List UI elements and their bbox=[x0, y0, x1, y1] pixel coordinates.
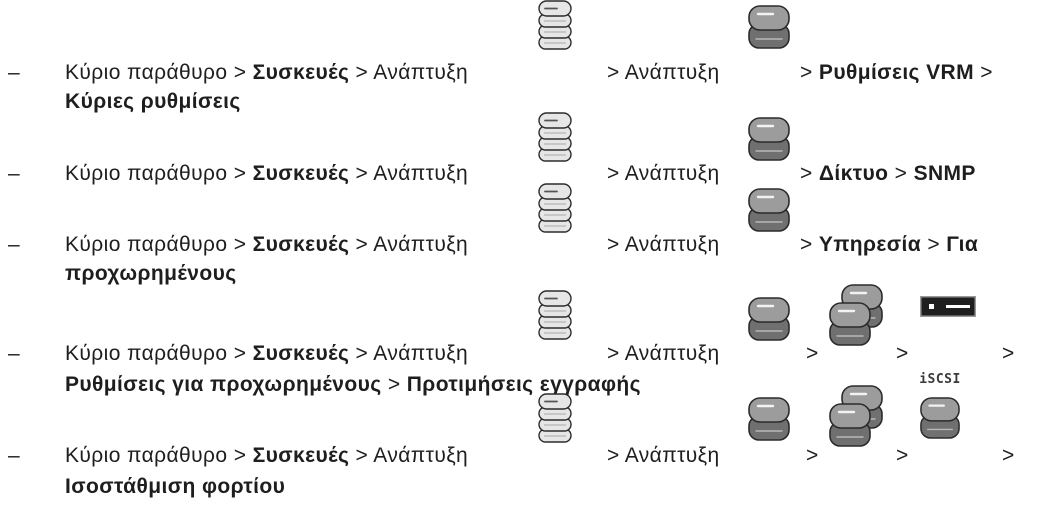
separator: > bbox=[233, 444, 247, 467]
separator: > bbox=[980, 61, 993, 84]
vrm-device-icon bbox=[748, 5, 790, 49]
path-line: – Κύριο παράθυρο > Συσκευές > Ανάπτυξη >… bbox=[0, 233, 1037, 257]
bullet: – bbox=[8, 444, 21, 467]
vrm-devices-icon bbox=[538, 183, 572, 233]
vrm-device-icon bbox=[748, 188, 790, 232]
network-label: Δίκτυο bbox=[818, 162, 889, 185]
storage-pool-icon bbox=[829, 385, 883, 447]
devices-label: Συσκευές bbox=[252, 342, 350, 365]
devices-label: Συσκευές bbox=[252, 162, 350, 185]
separator: > bbox=[800, 61, 813, 84]
separator: > bbox=[233, 342, 247, 365]
advanced-label-start: Για bbox=[946, 233, 979, 256]
path-line: – Κύριο παράθυρο > Συσκευές > Ανάπτυξη >… bbox=[0, 61, 1037, 85]
separator: > bbox=[233, 61, 247, 84]
path-line: – Κύριο παράθυρο > Συσκευές > Ανάπτυξη >… bbox=[0, 342, 1037, 366]
path-start: Κύριο παράθυρο > Συσκευές > Ανάπτυξη bbox=[65, 342, 468, 366]
expand-label: Ανάπτυξη bbox=[373, 233, 469, 256]
separator: > bbox=[607, 233, 620, 256]
separator: > bbox=[233, 162, 247, 185]
main-settings-label: Κύριες ρυθμίσεις bbox=[65, 90, 241, 113]
devices-label: Συσκευές bbox=[252, 61, 350, 84]
expand-label: Ανάπτυξη bbox=[373, 444, 469, 467]
iscsi-label: iSCSI bbox=[920, 372, 960, 387]
vrm-device-icon bbox=[748, 397, 790, 441]
service-label: Υπηρεσία bbox=[818, 233, 922, 256]
vrm-settings-label: Ρυθμίσεις VRM bbox=[818, 61, 974, 84]
main-window-label: Κύριο παράθυρο bbox=[65, 61, 228, 84]
expand-label: Ανάπτυξη bbox=[624, 444, 720, 467]
load-balancing-label: Ισοστάθμιση φορτίου bbox=[65, 475, 286, 498]
expand-label: Ανάπτυξη bbox=[624, 162, 720, 185]
separator: > bbox=[927, 233, 941, 256]
separator: > bbox=[355, 233, 369, 256]
storage-pool-icon bbox=[829, 284, 883, 346]
bullet: – bbox=[8, 342, 21, 365]
vrm-devices-icon bbox=[538, 0, 572, 50]
bullet: – bbox=[8, 162, 21, 185]
path-start: Κύριο παράθυρο > Συσκευές > Ανάπτυξη bbox=[65, 233, 468, 257]
path-continuation: Κύριες ρυθμίσεις bbox=[0, 90, 1037, 114]
separator: > bbox=[896, 444, 909, 467]
separator: > bbox=[806, 444, 819, 467]
separator: > bbox=[607, 61, 620, 84]
expand-label: Ανάπτυξη bbox=[624, 233, 720, 256]
separator: > bbox=[800, 162, 813, 185]
path-continuation: προχωρημένους bbox=[0, 262, 1037, 286]
main-window-label: Κύριο παράθυρο bbox=[65, 342, 228, 365]
advanced-label-end: προχωρημένους bbox=[65, 262, 237, 285]
separator: > bbox=[1002, 444, 1015, 467]
iscsi-device-icon: iSCSI bbox=[920, 372, 960, 441]
path-expand: > Ανάπτυξη bbox=[607, 444, 720, 468]
path-line: – Κύριο παράθυρο > Συσκευές > Ανάπτυξη >… bbox=[0, 162, 1037, 186]
separator: > bbox=[387, 373, 401, 396]
path-expand: > Ανάπτυξη bbox=[607, 233, 720, 257]
path-tail: > Υπηρεσία > Για bbox=[800, 233, 978, 257]
vrm-devices-icon bbox=[538, 112, 572, 162]
path-expand: > Ανάπτυξη bbox=[607, 61, 720, 85]
vrm-device-icon bbox=[748, 117, 790, 161]
separator: > bbox=[233, 233, 247, 256]
separator: > bbox=[896, 342, 909, 365]
expand-label: Ανάπτυξη bbox=[624, 61, 720, 84]
separator: > bbox=[800, 233, 813, 256]
separator: > bbox=[355, 444, 369, 467]
bullet: – bbox=[8, 61, 21, 84]
separator: > bbox=[355, 342, 369, 365]
path-expand: > Ανάπτυξη bbox=[607, 162, 720, 186]
devices-label: Συσκευές bbox=[252, 233, 350, 256]
path-line: – Κύριο παράθυρο > Συσκευές > Ανάπτυξη >… bbox=[0, 372, 1037, 468]
vrm-device-icon bbox=[748, 297, 790, 341]
main-window-label: Κύριο παράθυρο bbox=[65, 444, 228, 467]
separator: > bbox=[894, 162, 908, 185]
bullet: – bbox=[8, 233, 21, 256]
main-window-label: Κύριο παράθυρο bbox=[65, 233, 228, 256]
path-expand: > Ανάπτυξη bbox=[607, 342, 720, 366]
expand-label: Ανάπτυξη bbox=[373, 342, 469, 365]
separator: > bbox=[607, 342, 620, 365]
vrm-devices-icon bbox=[538, 393, 572, 443]
path-start: Κύριο παράθυρο > Συσκευές > Ανάπτυξη bbox=[65, 61, 468, 85]
path-tail: > Δίκτυο > SNMP bbox=[800, 162, 976, 186]
separator: > bbox=[355, 162, 369, 185]
path-start: Κύριο παράθυρο > Συσκευές > Ανάπτυξη bbox=[65, 162, 468, 186]
path-continuation: Ισοστάθμιση φορτίου bbox=[0, 475, 1037, 499]
main-window-label: Κύριο παράθυρο bbox=[65, 162, 228, 185]
encoder-icon bbox=[920, 296, 976, 317]
separator: > bbox=[355, 61, 369, 84]
separator: > bbox=[607, 444, 620, 467]
separator: > bbox=[806, 342, 819, 365]
separator: > bbox=[1002, 342, 1015, 365]
expand-label: Ανάπτυξη bbox=[373, 61, 469, 84]
devices-label: Συσκευές bbox=[252, 444, 350, 467]
expand-label: Ανάπτυξη bbox=[624, 342, 720, 365]
separator: > bbox=[607, 162, 620, 185]
expand-label: Ανάπτυξη bbox=[373, 162, 469, 185]
snmp-label: SNMP bbox=[913, 162, 976, 185]
vrm-devices-icon bbox=[538, 290, 572, 340]
advanced-settings-label: Ρυθμίσεις για προχωρημένους bbox=[65, 373, 382, 396]
path-start: Κύριο παράθυρο > Συσκευές > Ανάπτυξη bbox=[65, 444, 468, 468]
path-tail: > Ρυθμίσεις VRM > bbox=[800, 61, 993, 85]
recording-preferences-label: Προτιμήσεις εγγραφής bbox=[406, 373, 641, 396]
